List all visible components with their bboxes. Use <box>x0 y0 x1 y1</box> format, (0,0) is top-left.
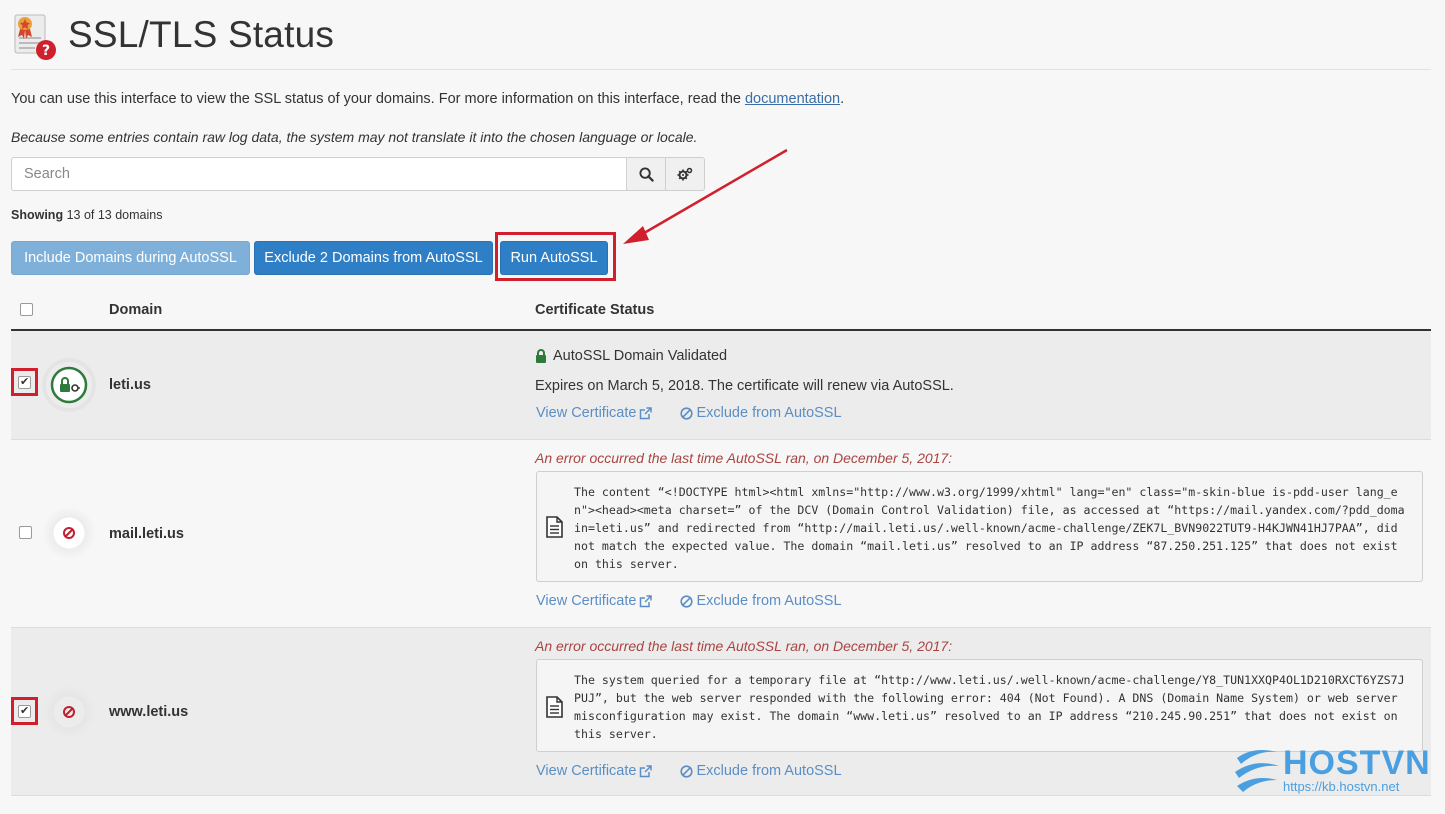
hostvn-logo-icon <box>1235 750 1279 792</box>
table-row: www.leti.us An error occurred the last t… <box>11 628 1431 796</box>
view-certificate-link[interactable]: View Certificate <box>536 763 653 779</box>
table-header: Domain Certificate Status <box>11 290 1431 331</box>
domain-name: leti.us <box>109 377 151 393</box>
ban-icon <box>680 764 694 778</box>
error-log-text: The system queried for a temporary file … <box>574 673 1405 741</box>
error-title: An error occurred the last time AutoSSL … <box>535 638 953 654</box>
table-row: leti.us AutoSSL Domain Validated Expires… <box>11 331 1431 440</box>
column-header-certificate-status[interactable]: Certificate Status <box>535 302 654 318</box>
row-checkbox[interactable] <box>18 375 31 389</box>
error-log-box: The content “<!DOCTYPE html><html xmlns=… <box>536 471 1423 582</box>
expiry-text: Expires on March 5, 2018. The certificat… <box>535 378 954 394</box>
ban-icon <box>680 594 694 608</box>
ban-icon <box>680 406 694 420</box>
domain-name: mail.leti.us <box>109 526 184 542</box>
row-links: View Certificate Exclude from AutoSSL <box>536 763 842 779</box>
row-checkbox[interactable] <box>19 526 32 539</box>
lock-shield-icon <box>50 366 88 404</box>
view-certificate-link[interactable]: View Certificate <box>536 593 653 609</box>
document-icon <box>546 516 563 538</box>
svg-text:?: ? <box>42 43 50 59</box>
error-title: An error occurred the last time AutoSSL … <box>535 450 953 466</box>
error-log-box: The system queried for a temporary file … <box>536 659 1423 752</box>
error-status-icon <box>42 506 96 560</box>
row-checkbox[interactable] <box>18 704 31 718</box>
error-status-icon <box>42 685 96 739</box>
search-input[interactable] <box>11 157 627 191</box>
page-header: ? SSL/TLS Status <box>11 10 1431 70</box>
documentation-link[interactable]: documentation <box>745 91 840 107</box>
annotation-arrow-icon <box>623 148 788 244</box>
table-row: mail.leti.us An error occurred the last … <box>11 440 1431 628</box>
intro-text: You can use this interface to view the S… <box>11 91 845 107</box>
certificate-question-icon: ? <box>14 14 56 60</box>
domain-name: www.leti.us <box>109 704 189 720</box>
exclude-from-autossl-link[interactable]: Exclude from AutoSSL <box>680 405 842 421</box>
exclude-from-autossl-link[interactable]: Exclude from AutoSSL <box>680 593 842 609</box>
lock-icon <box>536 349 546 363</box>
row-links: View Certificate Exclude from AutoSSL <box>536 405 842 421</box>
select-all-checkbox[interactable] <box>20 303 33 316</box>
run-autossl-button[interactable]: Run AutoSSL <box>500 241 608 275</box>
external-link-icon <box>640 406 653 419</box>
column-header-domain[interactable]: Domain <box>109 302 162 318</box>
ban-icon <box>63 706 75 718</box>
validated-status: AutoSSL Domain Validated <box>535 348 727 364</box>
ban-icon <box>63 527 75 539</box>
row-links: View Certificate Exclude from AutoSSL <box>536 593 842 609</box>
validated-status-icon <box>42 358 96 412</box>
locale-note: Because some entries contain raw log dat… <box>11 129 698 145</box>
document-icon <box>546 696 563 718</box>
external-link-icon <box>640 594 653 607</box>
row-checkbox-highlight <box>11 368 38 396</box>
watermark-url: https://kb.hostvn.net <box>1283 779 1400 794</box>
hostvn-watermark: HOSTVN https://kb.hostvn.net <box>1233 744 1433 796</box>
search-bar <box>11 157 706 191</box>
row-checkbox-highlight <box>11 697 38 725</box>
page-title: SSL/TLS Status <box>68 14 335 55</box>
external-link-icon <box>640 764 653 777</box>
exclude-from-autossl-link[interactable]: Exclude from AutoSSL <box>680 763 842 779</box>
showing-count: Showing 13 of 13 domains <box>11 208 163 222</box>
view-certificate-link[interactable]: View Certificate <box>536 405 653 421</box>
include-domains-button[interactable]: Include Domains during AutoSSL <box>11 241 250 275</box>
watermark-brand: HOSTVN <box>1283 744 1431 782</box>
exclude-domains-button[interactable]: Exclude 2 Domains from AutoSSL <box>254 241 493 275</box>
error-log-text: The content “<!DOCTYPE html><html xmlns=… <box>574 485 1405 571</box>
